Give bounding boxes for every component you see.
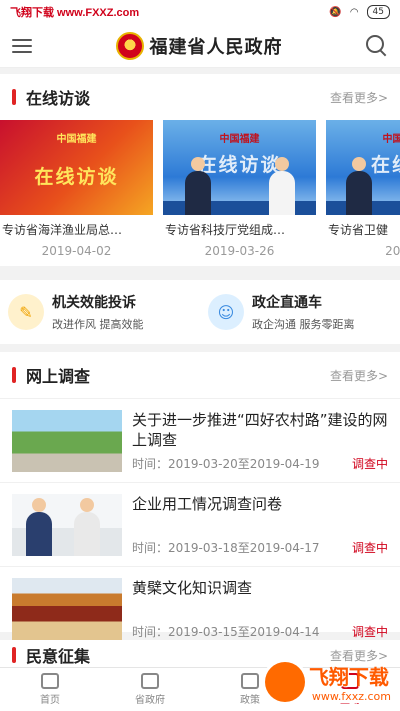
more-link[interactable]: 查看更多>	[330, 367, 388, 384]
survey-item[interactable]: 黄檗文化知识调查 时间：2019-03-15至2019-04-14 调查中	[0, 566, 400, 650]
interview-image: 中国福建 在线访	[326, 120, 400, 215]
section-marker	[12, 647, 16, 663]
interview-caption: 专访省卫健	[328, 223, 389, 237]
survey-title: 企业用工情况调查问卷	[132, 494, 283, 513]
interview-caption: 专访省海洋渔业局总…	[2, 223, 123, 237]
service-complaint[interactable]: ✎ 机关效能投诉 改进作风 提高效能	[0, 292, 200, 332]
tab-government[interactable]: 省政府	[100, 668, 200, 711]
section-title: 在线访谈	[26, 89, 91, 108]
interview-carousel[interactable]: 中国福建 在线访谈 专访省海洋渔业局总… 2019-04-02 中国福建 在线访…	[0, 120, 400, 260]
status-badge: 调查中	[351, 456, 388, 471]
interview-date: 2019-	[385, 244, 400, 258]
interview-card[interactable]: 中国福建 在线访谈 专访省科技厅党组成… 2019-03-26	[163, 120, 316, 260]
watermark-icon	[264, 662, 305, 702]
wifi-icon: ◠	[349, 6, 359, 18]
interview-image: 中国福建 在线访谈	[0, 120, 153, 215]
menu-icon[interactable]	[12, 38, 32, 53]
status-bar: 飞翔下载 www.FXXZ.com 🔕 ◠ 45	[0, 0, 400, 24]
services-section: ✎ 机关效能投诉 改进作风 提高效能 ☺ 政企直通车 政企沟通 服务零距离	[0, 280, 400, 344]
interviews-section: 在线访谈 查看更多> 中国福建 在线访谈 专访省海洋渔业局总… 2019-04-…	[0, 74, 400, 266]
section-header: 网上调查 查看更多>	[0, 352, 400, 398]
survey-image	[12, 409, 122, 472]
more-link[interactable]: 查看更多>	[330, 89, 388, 106]
edit-icon: ✎	[8, 294, 44, 330]
survey-title: 关于进一步推进“四好农村路”建设的网上调查	[132, 410, 388, 449]
survey-image	[12, 577, 122, 640]
survey-time: 时间：2019-03-15至2019-04-14	[132, 624, 320, 639]
section-marker	[12, 367, 16, 383]
surveys-section: 网上调查 查看更多> 关于进一步推进“四好农村路”建设的网上调查 时间：2019…	[0, 352, 400, 640]
app-header: 福建省人民政府	[0, 24, 400, 68]
service-enterprise[interactable]: ☺ 政企直通车 政企沟通 服务零距离	[200, 292, 400, 332]
page-title: 福建省人民政府	[149, 36, 283, 58]
survey-item[interactable]: 关于进一步推进“四好农村路”建设的网上调查 时间：2019-03-20至2019…	[0, 398, 400, 482]
section-title: 民意征集	[26, 647, 91, 666]
mute-icon: 🔕	[329, 6, 342, 18]
watermark-text: 飞翔下载 www.FXXZ.com	[10, 7, 140, 19]
interview-date: 2019-04-02	[41, 244, 112, 258]
search-icon[interactable]	[366, 34, 388, 57]
survey-item[interactable]: 企业用工情况调查问卷 时间：2019-03-18至2019-04-17 调查中	[0, 482, 400, 566]
section-title: 网上调查	[26, 367, 91, 386]
battery-icon: 45	[366, 5, 390, 19]
interview-card[interactable]: 中国福建 在线访 专访省卫健 2019-	[326, 120, 400, 260]
interview-caption: 专访省科技厅党组成…	[165, 223, 286, 237]
survey-time: 时间：2019-03-18至2019-04-17	[132, 540, 320, 555]
section-marker	[12, 89, 16, 105]
interview-date: 2019-03-26	[204, 244, 275, 258]
tab-home[interactable]: 首页	[0, 668, 100, 711]
survey-title: 黄檗文化知识调查	[132, 578, 253, 597]
home-icon	[41, 673, 59, 689]
document-icon	[241, 673, 259, 689]
watermark-logo: 飞翔下载 www.fxxz.com	[264, 661, 394, 703]
brand: 福建省人民政府	[115, 31, 283, 60]
chat-icon: ☺	[208, 294, 244, 330]
survey-image	[12, 493, 122, 556]
interview-card[interactable]: 中国福建 在线访谈 专访省海洋渔业局总… 2019-04-02	[0, 120, 153, 260]
interview-image: 中国福建 在线访谈	[163, 120, 316, 215]
status-badge: 调查中	[351, 540, 388, 555]
building-icon	[141, 673, 159, 689]
section-header: 在线访谈 查看更多>	[0, 74, 400, 120]
status-icons: 🔕 ◠ 45	[329, 5, 390, 19]
status-badge: 调查中	[351, 624, 388, 639]
survey-time: 时间：2019-03-20至2019-04-19	[132, 456, 320, 471]
national-emblem-icon	[115, 31, 144, 60]
